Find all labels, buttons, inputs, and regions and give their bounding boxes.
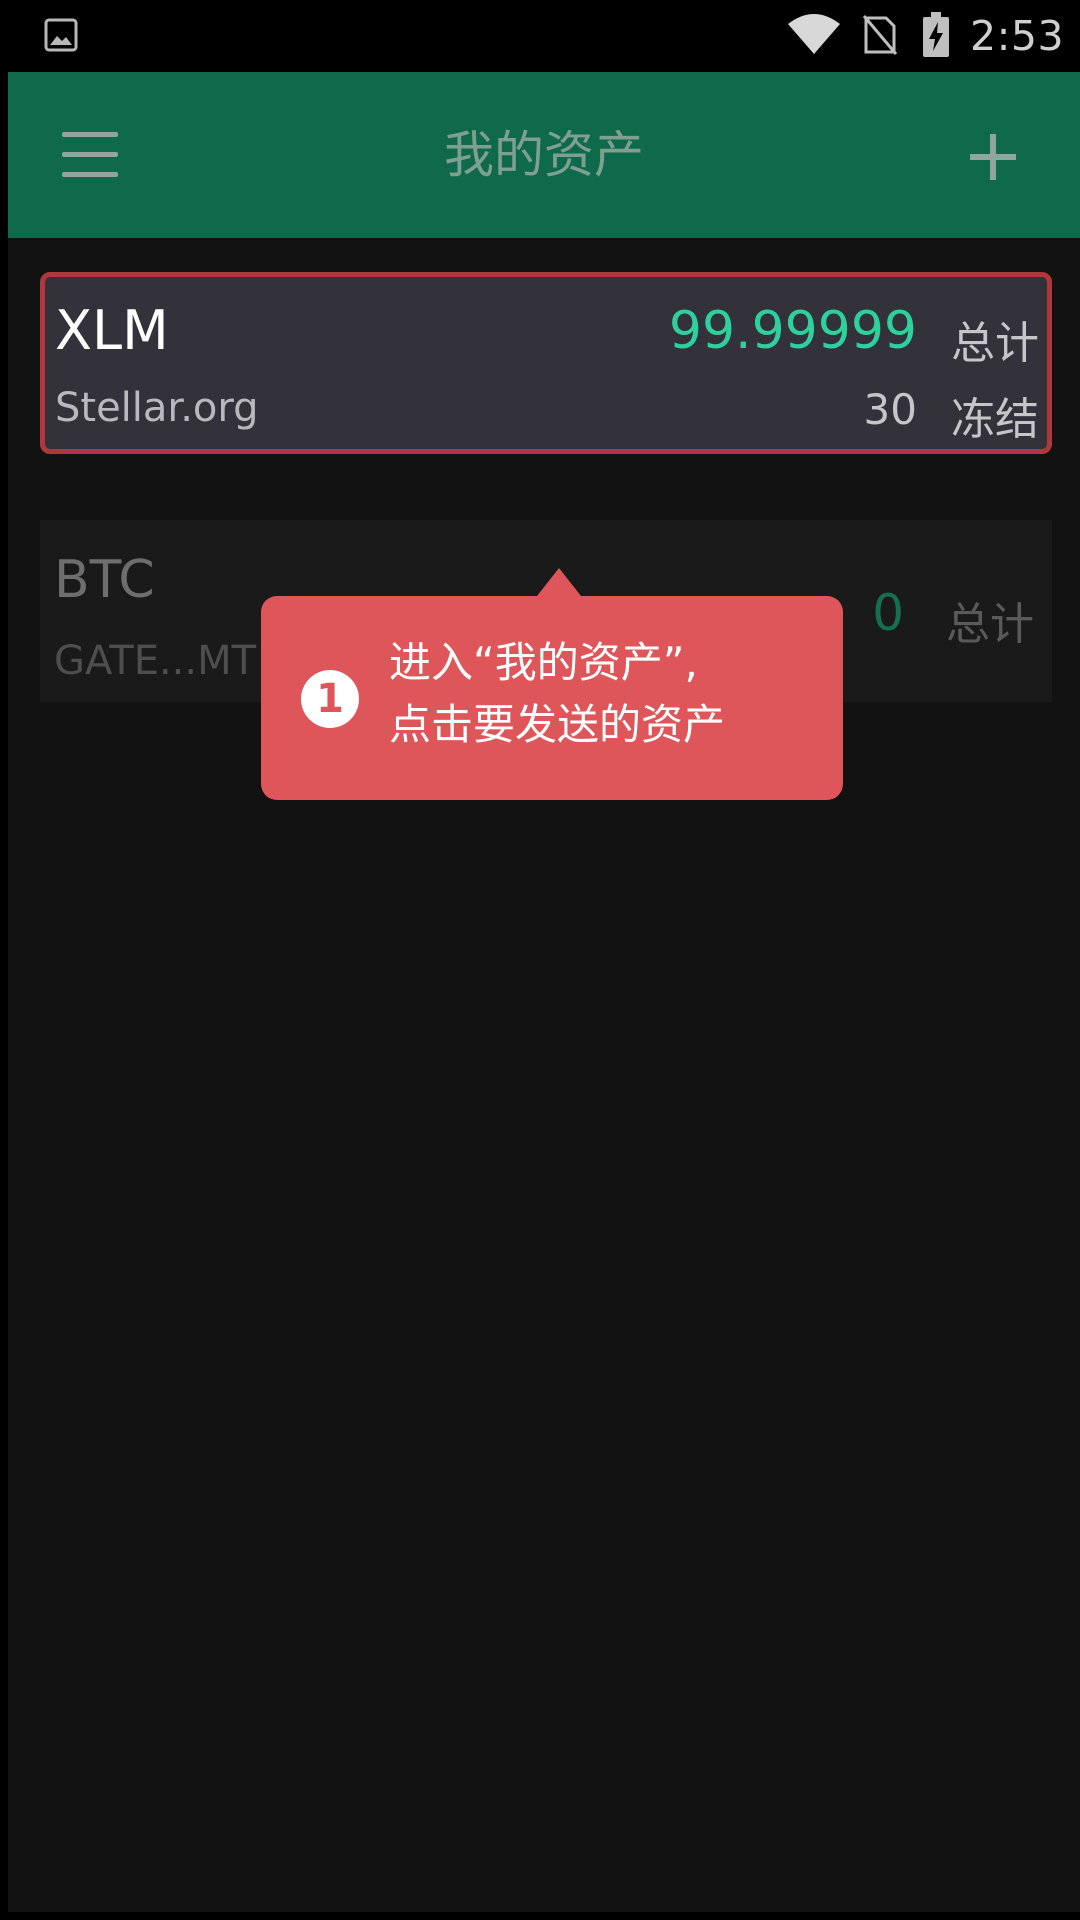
asset-row-xlm[interactable]: XLM Stellar.org 99.99999 总计 30 冻结 (40, 272, 1052, 454)
asset-total-amount: 0 (872, 584, 904, 642)
tutorial-tooltip: 1 进入“我的资产”, 点击要发送的资产 (261, 568, 843, 800)
asset-code: XLM (55, 299, 169, 362)
asset-total-label: 总计 (951, 318, 1039, 369)
asset-issuer: GATE...MT (54, 638, 257, 684)
wifi-icon (788, 14, 840, 54)
asset-code: BTC (54, 550, 155, 610)
tooltip-arrow (537, 568, 581, 596)
toolbar: 我的资产 (8, 72, 1080, 238)
image-icon (44, 18, 78, 52)
tooltip-line-2: 点击要发送的资产 (389, 700, 726, 749)
tooltip-line-1: 进入“我的资产”, (389, 638, 698, 687)
asset-frozen-amount: 30 (863, 385, 917, 434)
tooltip-text: 进入“我的资产”, 点击要发送的资产 (389, 632, 829, 756)
asset-total-label: 总计 (946, 599, 1034, 650)
page-title: 我的资产 (444, 126, 644, 184)
status-bar: 2:53 (0, 0, 1080, 72)
screen: 2:53 我的资产 XLM Stellar.org 99.99999 总计 30… (0, 0, 1080, 1920)
battery-charging-icon (923, 12, 949, 57)
plus-icon[interactable] (970, 134, 1016, 180)
asset-frozen-label: 冻结 (951, 394, 1039, 445)
asset-total-amount: 99.99999 (668, 301, 917, 361)
no-sim-icon (862, 15, 898, 55)
status-time: 2:53 (970, 12, 1065, 60)
asset-issuer: Stellar.org (55, 385, 259, 431)
app-content: 我的资产 XLM Stellar.org 99.99999 总计 30 冻结 B… (8, 72, 1080, 1912)
step-number-badge: 1 (301, 670, 359, 728)
